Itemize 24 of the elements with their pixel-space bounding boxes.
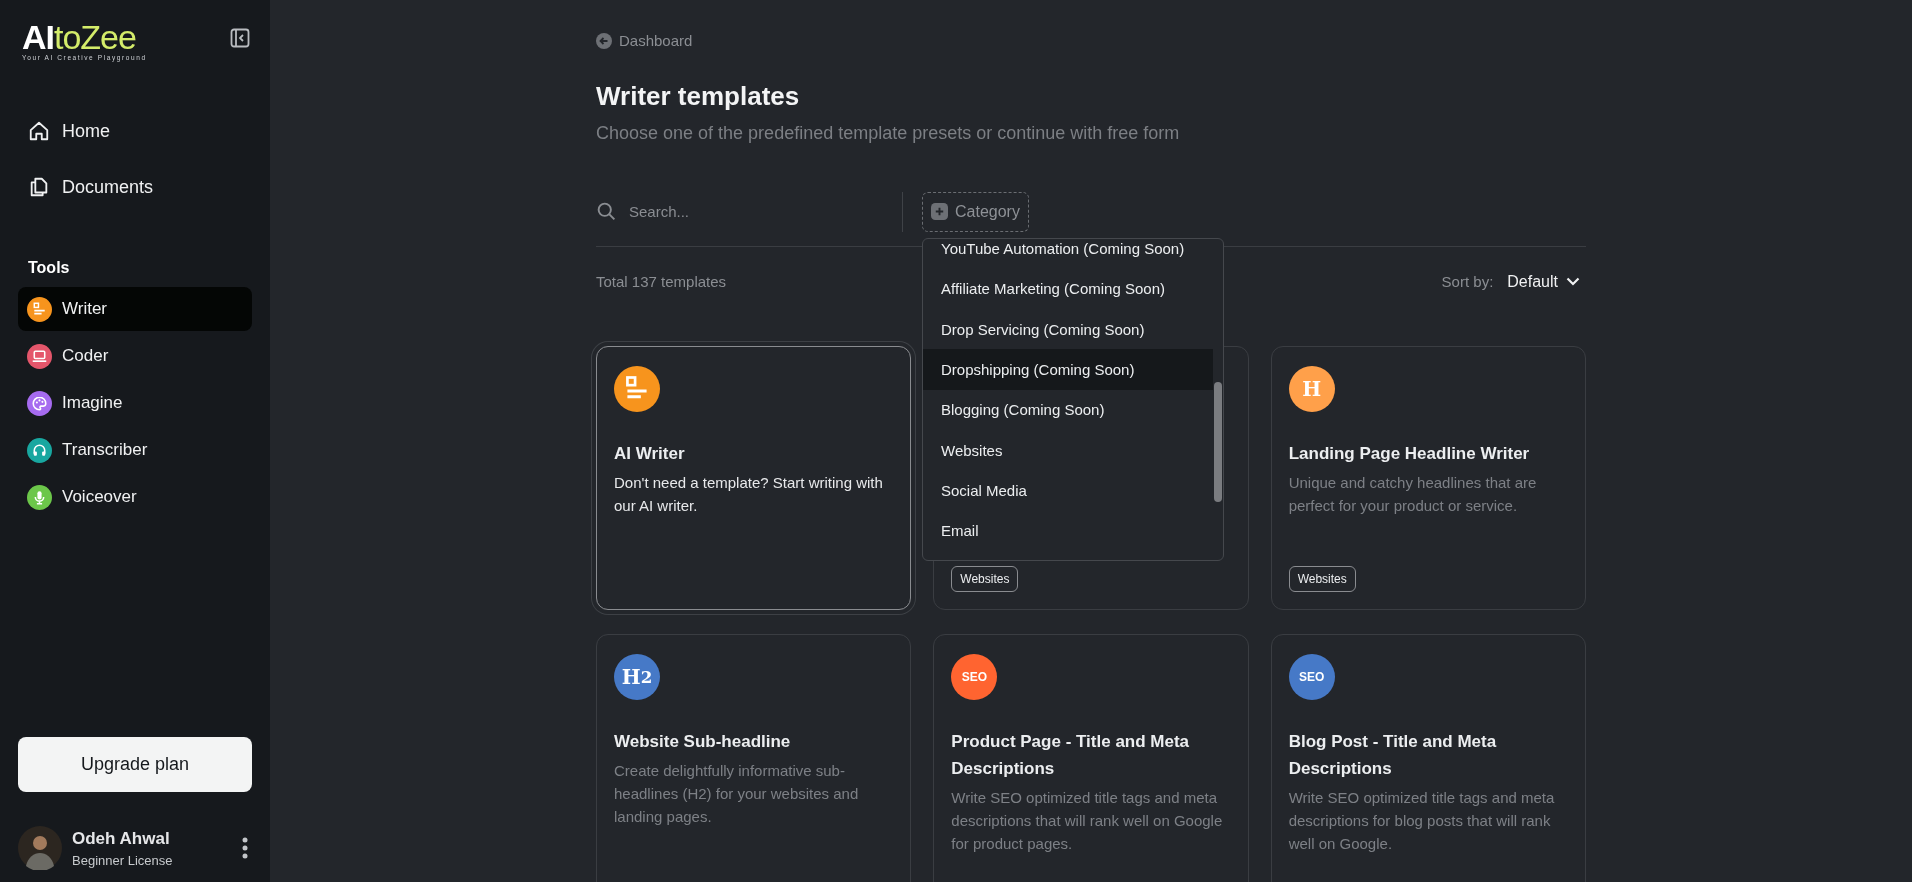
logo-text: toZee <box>54 20 136 54</box>
page-subtitle: Choose one of the predefined template presets or continue with free form <box>596 122 1181 144</box>
user-name: Odeh Ahwal <box>72 828 171 849</box>
page-title: Writer templates <box>596 80 801 112</box>
category-tag: Websites <box>1288 565 1356 592</box>
user-license: Beginner License <box>72 852 173 868</box>
category-tag: Websites <box>951 565 1019 592</box>
template-count: Total 137 templates <box>596 273 727 290</box>
card-title: Website Sub-headline <box>614 730 792 753</box>
card-description: Unique and catchy headlines that are perfect for your product or service. <box>1288 472 1538 516</box>
badge-icon: H <box>1288 365 1335 412</box>
card-description: Create delightfully informative sub-headlines (H2) for your websites and landing pages. <box>614 760 860 827</box>
card-description: Don't need a template? Start writing with our AI writer. <box>614 472 884 516</box>
badge-icon: SEO <box>1288 653 1335 700</box>
card-title: Landing Page Headline Writer <box>1288 442 1531 465</box>
card-title: Product Page - Title and Meta Descriptions <box>951 730 1191 780</box>
section-title: Tools <box>28 259 71 277</box>
card-title: Blog Post - Title and Meta Descriptions <box>1288 730 1498 780</box>
sort-label: Sort by: <box>1441 273 1494 290</box>
badge-icon: SEO <box>951 653 998 700</box>
card-description: Write SEO optimized title tags and meta descriptions that will rank well on Google for product pages. <box>951 787 1224 854</box>
card-description: Write SEO optimized title tags and meta descriptions for blog posts that will rank well on Google. <box>1288 787 1556 854</box>
logo-text: AI <box>22 20 54 54</box>
card-title: AI Writer <box>614 442 686 465</box>
